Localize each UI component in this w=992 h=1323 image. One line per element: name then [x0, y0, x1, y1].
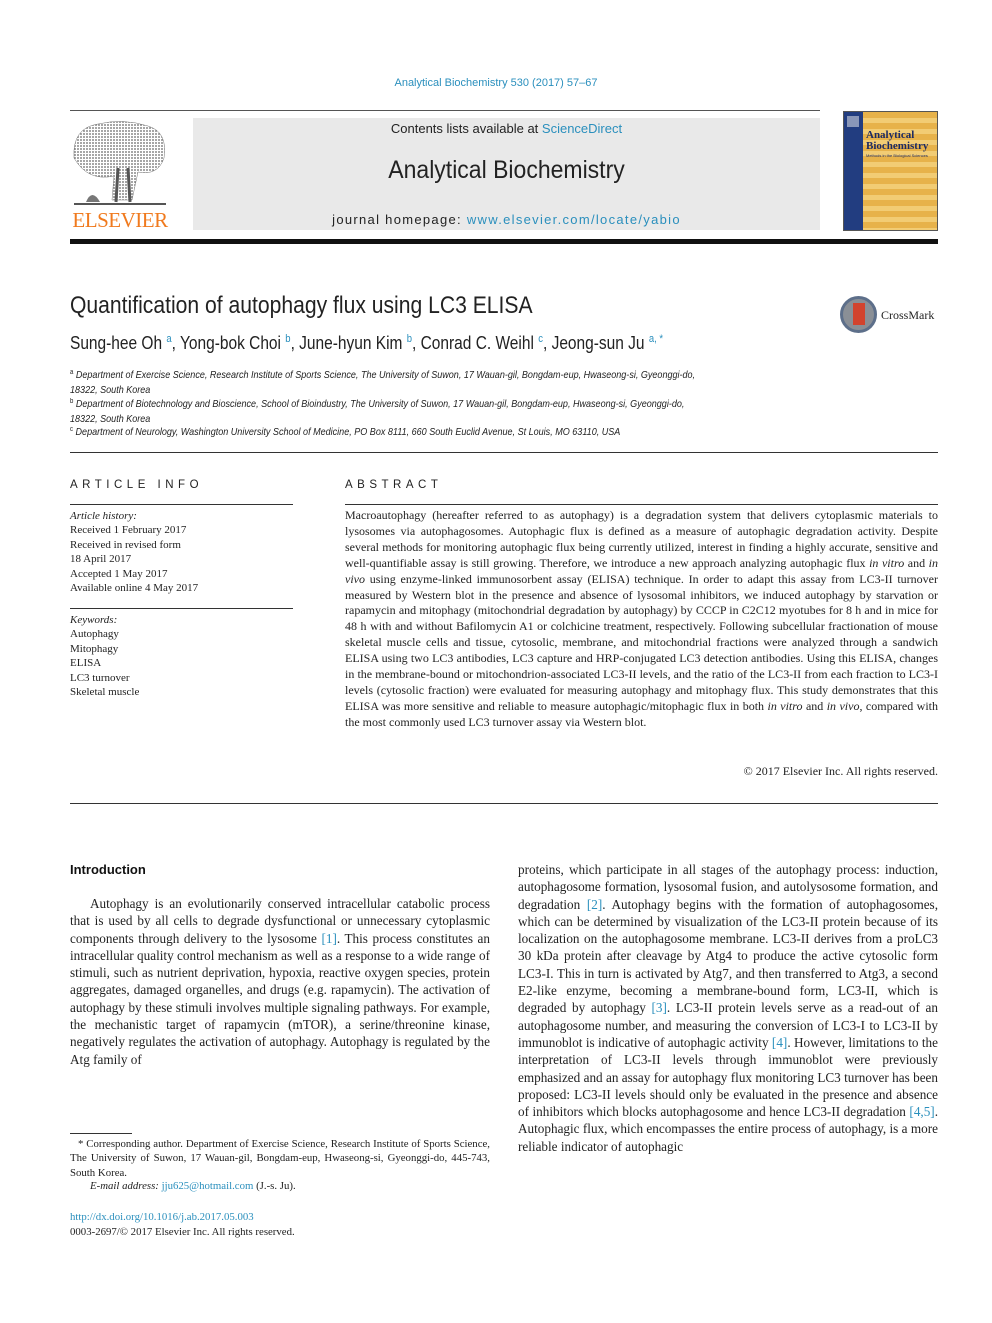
header-thick-rule	[70, 239, 938, 244]
author-name[interactable]: Conrad C. Weihl	[421, 333, 534, 353]
divider	[70, 803, 938, 804]
author-name[interactable]: Yong-bok Choi	[180, 333, 281, 353]
article-history-label: Article history:	[70, 510, 137, 522]
corresponding-author-footnote: * Corresponding author. Department of Ex…	[70, 1138, 490, 1179]
contents-line: Contents lists available at ScienceDirec…	[193, 121, 820, 136]
journal-header-box: Contents lists available at ScienceDirec…	[193, 118, 820, 230]
abstract-text: Macroautophagy (hereafter referred to as…	[345, 508, 939, 729]
author-name[interactable]: June-hyun Kim	[299, 333, 402, 353]
author-affiliation-link[interactable]: a, *	[649, 333, 663, 345]
citation-link[interactable]: [1]	[321, 931, 336, 946]
divider	[345, 504, 938, 505]
history-item: Received 1 February 2017	[70, 524, 187, 537]
crossmark-icon	[840, 296, 877, 333]
email-link[interactable]: jju625@hotmail.com	[162, 1180, 254, 1192]
author-list: Sung-hee Oh a, Yong-bok Choi b, June-hyu…	[70, 333, 664, 353]
article-info-heading: ARTICLE INFO	[70, 479, 204, 491]
cover-title: Analytical Biochemistry	[866, 129, 929, 152]
keywords-label: Keywords:	[70, 614, 118, 626]
keyword: ELISA	[70, 657, 102, 670]
journal-homepage-link[interactable]: www.elsevier.com/locate/yabio	[467, 212, 681, 227]
homepage-prefix: journal homepage:	[332, 212, 467, 227]
keyword: Skeletal muscle	[70, 686, 140, 699]
citation-link[interactable]: [4]	[772, 1035, 787, 1050]
elsevier-logo[interactable]: ELSEVIER	[68, 118, 172, 233]
introduction-right-column: proteins, which participate in all stage…	[518, 862, 939, 1154]
author-name[interactable]: Jeong-sun Ju	[552, 333, 645, 353]
history-item: Available online 4 May 2017	[70, 582, 199, 595]
doi-link[interactable]: http://dx.doi.org/10.1016/j.ab.2017.05.0…	[70, 1211, 254, 1223]
sciencedirect-link[interactable]: ScienceDirect	[542, 121, 622, 136]
introduction-heading: Introduction	[70, 862, 146, 877]
issn-copyright: 0003-2697/© 2017 Elsevier Inc. All right…	[70, 1226, 295, 1238]
author-affiliation-link[interactable]: b	[285, 333, 290, 345]
author-name[interactable]: Sung-hee Oh	[70, 333, 162, 353]
history-item: Received in revised form	[70, 538, 181, 551]
abstract-copyright: © 2017 Elsevier Inc. All rights reserved…	[743, 764, 938, 778]
author-affiliation-link[interactable]: a	[166, 333, 171, 345]
affiliation-b: b Department of Biotechnology and Biosci…	[70, 398, 685, 425]
footnote-divider	[70, 1133, 132, 1134]
crossmark-label: CrossMark	[881, 308, 935, 322]
elsevier-tree-icon	[73, 121, 166, 205]
journal-reference-link[interactable]: Analytical Biochemistry 530 (2017) 57–67	[0, 77, 992, 89]
journal-cover-image[interactable]: Analytical Biochemistry Methods in the Bi…	[843, 111, 938, 231]
citation-link[interactable]: [4,5]	[909, 1104, 934, 1119]
cover-elsevier-mark-icon	[847, 116, 859, 127]
article-title: Quantification of autophagy flux using L…	[70, 292, 533, 319]
affiliation-a: a Department of Exercise Science, Resear…	[70, 369, 696, 396]
affiliation-c: c Department of Neurology, Washington Un…	[70, 426, 621, 438]
keywords-list: Keywords: Autophagy Mitophagy ELISA LC3 …	[70, 613, 139, 699]
crossmark-button[interactable]: CrossMark	[840, 296, 940, 336]
introduction-left-column: Autophagy is an evolutionarily conserved…	[70, 896, 490, 1067]
history-item: 18 April 2017	[70, 553, 132, 566]
cover-spine	[844, 112, 863, 230]
header-top-rule	[70, 110, 820, 111]
author-affiliation-link[interactable]: c	[538, 333, 543, 345]
history-item: Accepted 1 May 2017	[70, 567, 168, 580]
citation-link[interactable]: [3]	[651, 1000, 666, 1015]
article-history: Article history: Received 1 February 201…	[70, 509, 198, 595]
homepage-line: journal homepage: www.elsevier.com/locat…	[193, 212, 820, 227]
email-line: E-mail address: jju625@hotmail.com (J.-s…	[90, 1180, 296, 1192]
citation-link[interactable]: [2]	[587, 897, 602, 912]
contents-prefix: Contents lists available at	[390, 121, 542, 136]
divider	[70, 504, 293, 505]
keyword: LC3 turnover	[70, 671, 130, 684]
elsevier-wordmark: ELSEVIER	[72, 208, 168, 232]
author-affiliation-link[interactable]: b	[407, 333, 412, 345]
divider	[70, 608, 293, 609]
crossmark-ribbon-icon	[853, 303, 865, 325]
journal-title: Analytical Biochemistry	[388, 156, 625, 184]
keyword: Autophagy	[70, 628, 119, 641]
abstract-heading: ABSTRACT	[345, 479, 443, 491]
cover-subtitle: Methods in the Biological Sciences	[866, 153, 928, 158]
keyword: Mitophagy	[70, 642, 119, 655]
divider	[70, 452, 938, 453]
